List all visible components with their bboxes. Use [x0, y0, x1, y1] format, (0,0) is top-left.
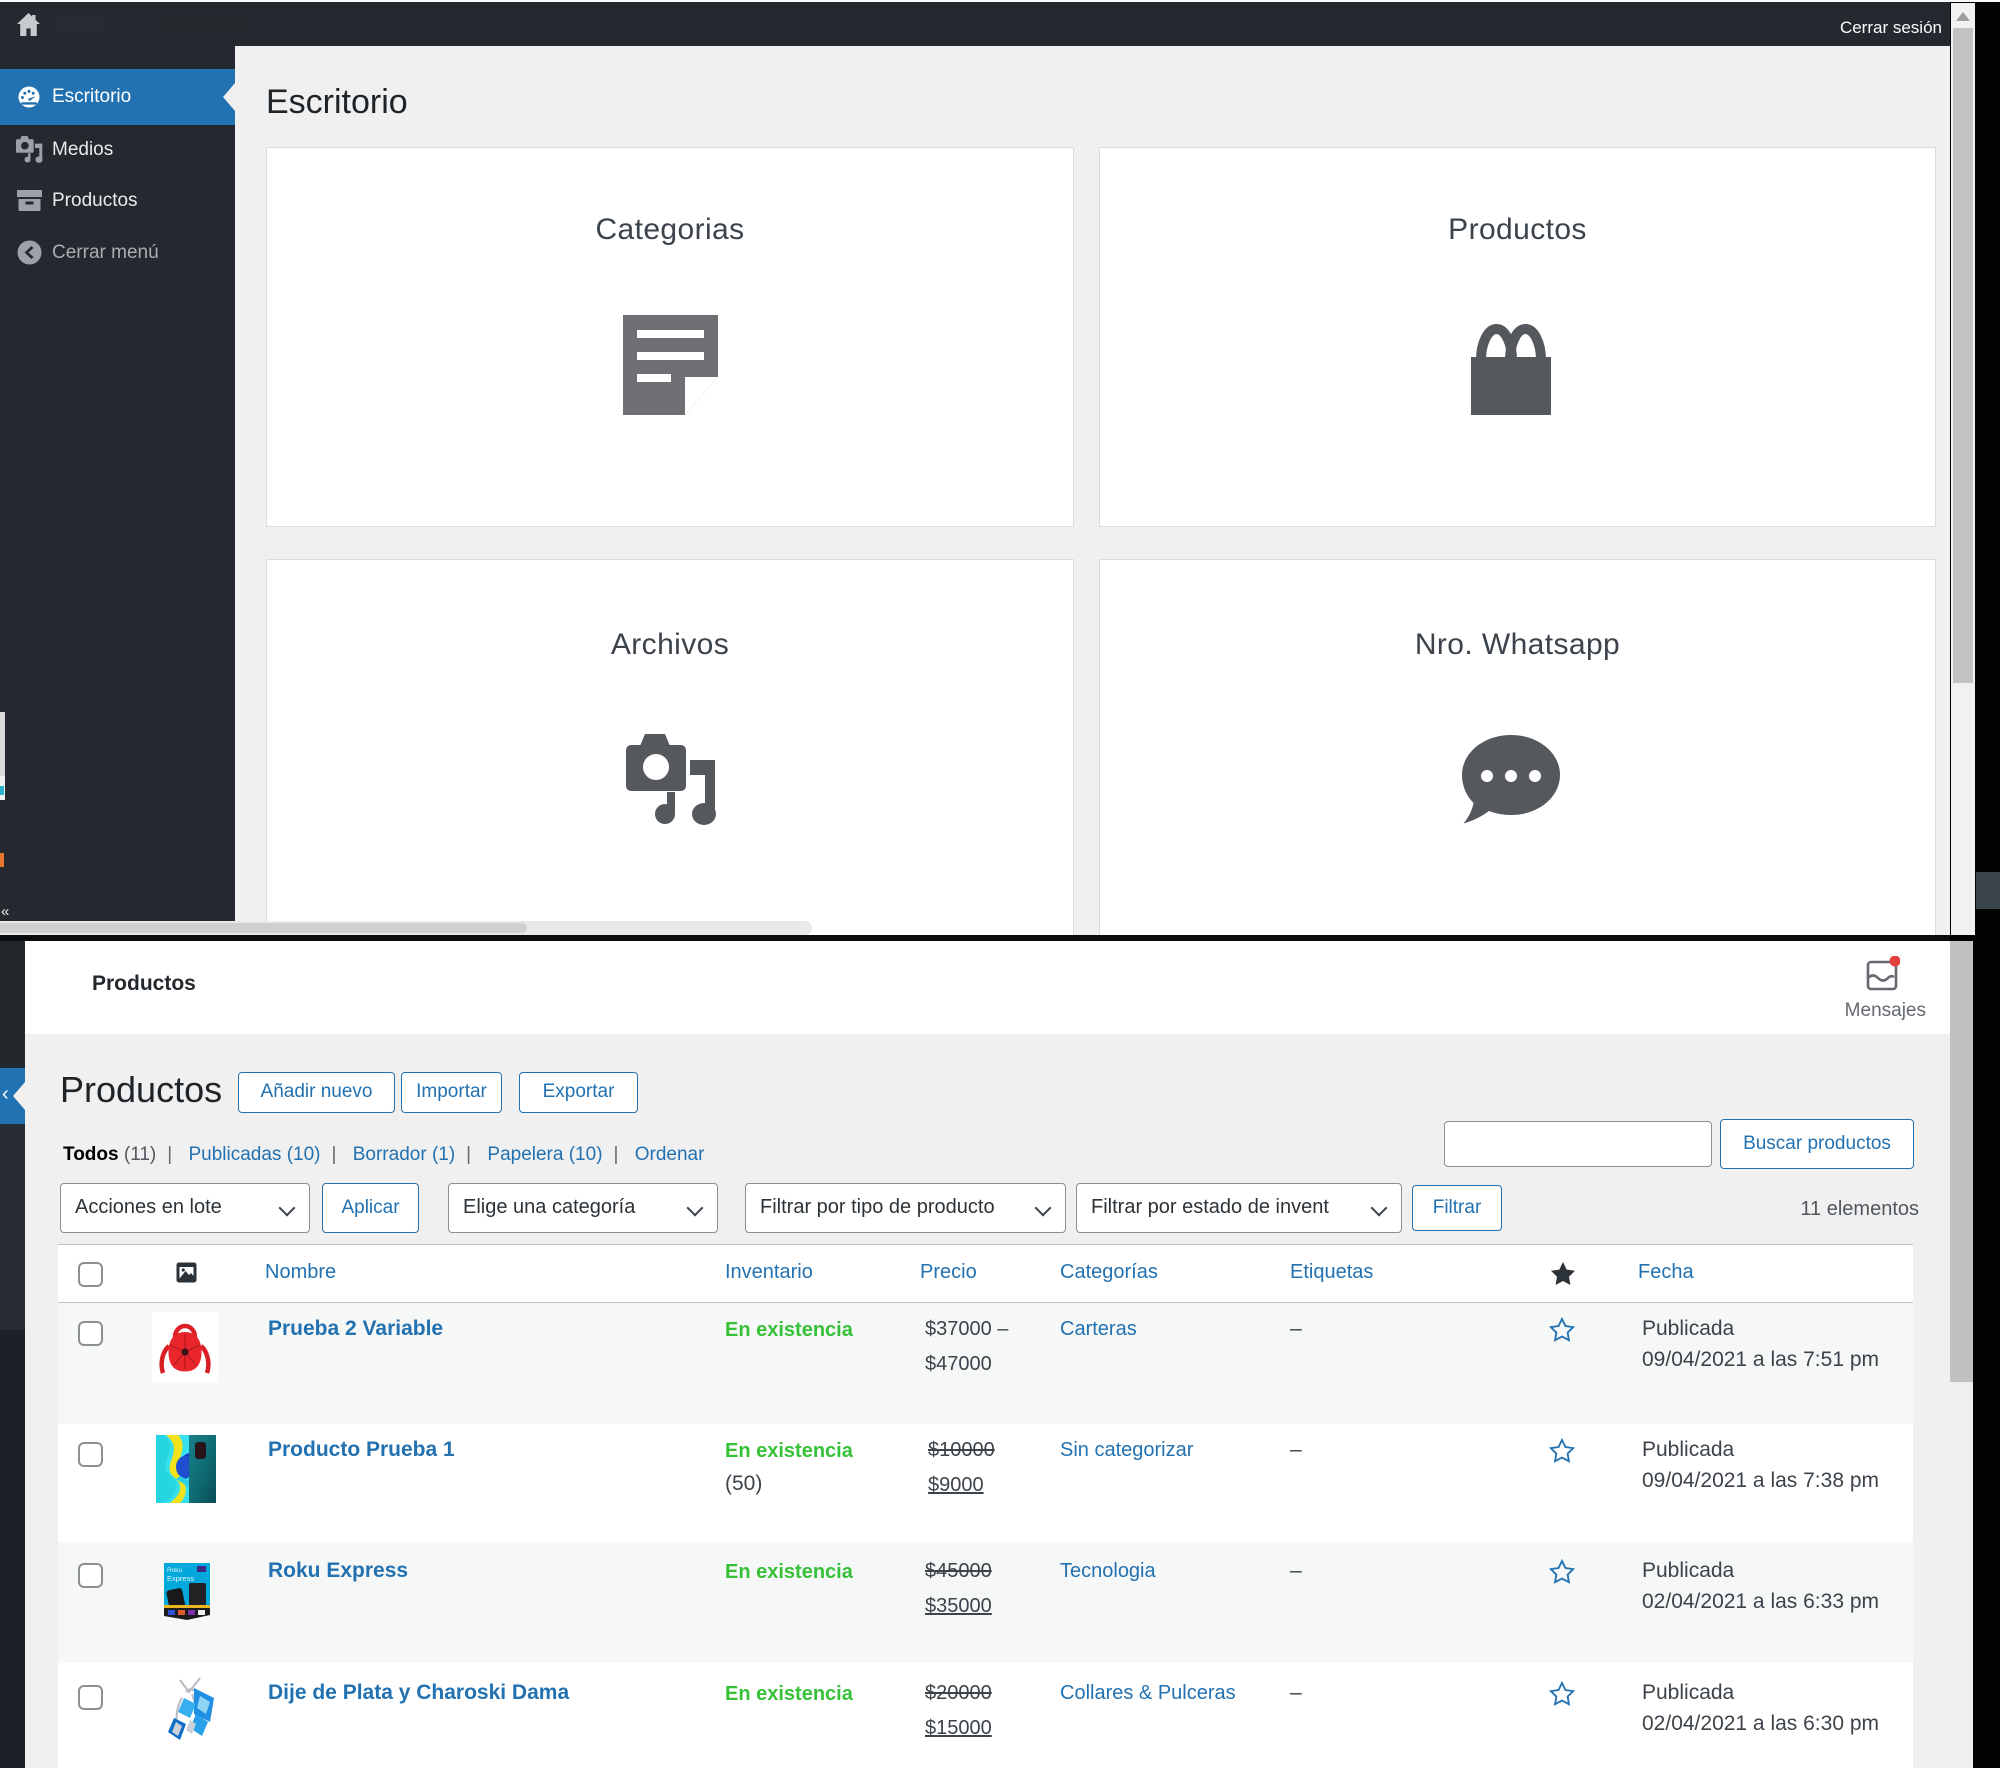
svg-text:Express: Express	[167, 1574, 194, 1583]
svg-text:Roku: Roku	[167, 1567, 183, 1574]
